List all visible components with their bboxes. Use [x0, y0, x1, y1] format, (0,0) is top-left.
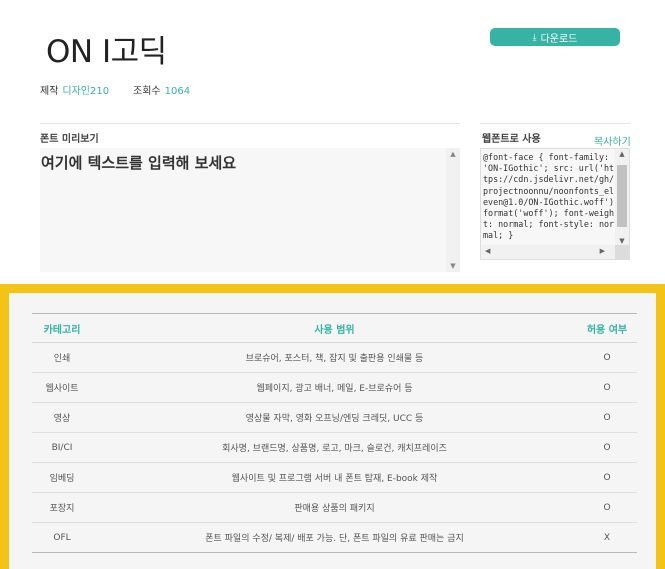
table-row: 임베딩 웹사이트 및 프로그램 서버 내 폰트 탑재, E-book 제작 O: [32, 462, 637, 493]
page-title: ON I고딕: [46, 34, 167, 70]
scroll-left-icon[interactable]: ◀: [485, 247, 490, 255]
cell-scope: 영상물 자막, 영화 오프닝/엔딩 크레딧, UCC 등: [92, 402, 577, 433]
download-button[interactable]: ⤓ 다운로드: [490, 28, 620, 46]
scroll-down-icon[interactable]: ▼: [446, 262, 460, 270]
code-vertical-scrollbar[interactable]: ▲ ▼: [615, 149, 629, 246]
copy-button[interactable]: 복사하기: [594, 133, 631, 148]
divider: [40, 123, 460, 124]
embed-code-textarea[interactable]: @font-face { font-family: 'ON-IGothic'; …: [480, 148, 630, 260]
code-horizontal-scrollbar[interactable]: ◀ ▶: [481, 245, 617, 259]
header-category: 카테고리: [32, 313, 92, 343]
header-allowed: 허용 여부: [577, 313, 637, 343]
cell-allowed: O: [577, 432, 637, 463]
cell-category: 영상: [32, 402, 92, 433]
preview-scrollbar[interactable]: ▲ ▼: [446, 148, 460, 272]
preview-text[interactable]: 여기에 텍스트를 입력해 보세요: [40, 152, 236, 173]
cell-scope: 브로슈어, 포스터, 책, 잡지 및 출판용 인쇄물 등: [92, 342, 577, 373]
table-row: 포장지 판매용 상품의 패키지 O: [32, 492, 637, 523]
scrollbar-thumb[interactable]: [617, 165, 627, 227]
header-scope: 사용 범위: [92, 313, 577, 343]
divider: [480, 123, 630, 124]
preview-label: 폰트 미리보기: [40, 134, 99, 145]
table-row: 웹사이트 웹페이지, 광고 배너, 메일, E-브로슈어 등 O: [32, 372, 637, 403]
table-row: 인쇄 브로슈어, 포스터, 책, 잡지 및 출판용 인쇄물 등 O: [32, 342, 637, 373]
scroll-up-icon[interactable]: ▲: [615, 150, 629, 158]
cell-category: 임베딩: [32, 462, 92, 493]
cell-category: 웹사이트: [32, 372, 92, 403]
cell-allowed: O: [577, 402, 637, 433]
designer-label: 제작: [40, 86, 59, 97]
embed-code[interactable]: @font-face { font-family: 'ON-IGothic'; …: [483, 152, 615, 242]
download-button-label: 다운로드: [540, 33, 578, 45]
cell-allowed: X: [577, 522, 637, 553]
cell-category: OFL: [32, 522, 92, 553]
cell-allowed: O: [577, 492, 637, 523]
preview-textarea[interactable]: 여기에 텍스트를 입력해 보세요 ▲ ▼: [40, 148, 460, 272]
views-value: 1064: [164, 86, 191, 97]
cell-allowed: O: [577, 342, 637, 373]
cell-scope: 웹사이트 및 프로그램 서버 내 폰트 탑재, E-book 제작: [92, 462, 577, 493]
download-icon: ⤓: [532, 31, 537, 42]
license-panel: 카테고리 사용 범위 허용 여부 인쇄 브로슈어, 포스터, 책, 잡지 및 출…: [9, 293, 656, 569]
cell-scope: 회사명, 브랜드명, 상품명, 로고, 마크, 슬로건, 캐치프레이즈: [92, 432, 577, 463]
cell-category: 포장지: [32, 492, 92, 523]
scroll-down-icon[interactable]: ▼: [615, 237, 629, 245]
table-row: OFL 폰트 파일의 수정/ 복제/ 배포 가능. 단, 폰트 파일의 유료 판…: [32, 522, 637, 553]
cell-category: BI/CI: [32, 432, 92, 463]
designer-info: 제작 디자인210: [40, 82, 109, 97]
license-section: 카테고리 사용 범위 허용 여부 인쇄 브로슈어, 포스터, 책, 잡지 및 출…: [0, 284, 665, 569]
scroll-right-icon[interactable]: ▶: [600, 247, 605, 255]
license-table: 카테고리 사용 범위 허용 여부 인쇄 브로슈어, 포스터, 책, 잡지 및 출…: [32, 313, 637, 553]
views-label: 조회수: [133, 86, 161, 97]
cell-scope: 판매용 상품의 패키지: [92, 492, 577, 523]
cell-category: 인쇄: [32, 342, 92, 373]
view-count: 조회수 1064: [133, 82, 190, 97]
table-row: BI/CI 회사명, 브랜드명, 상품명, 로고, 마크, 슬로건, 캐치프레이…: [32, 432, 637, 463]
cell-allowed: O: [577, 372, 637, 403]
embed-label: 웹폰트로 사용: [482, 134, 541, 145]
scroll-up-icon[interactable]: ▲: [446, 150, 460, 158]
cell-scope: 웹페이지, 광고 배너, 메일, E-브로슈어 등: [92, 372, 577, 403]
cell-allowed: O: [577, 462, 637, 493]
table-row: 영상 영상물 자막, 영화 오프닝/엔딩 크레딧, UCC 등 O: [32, 402, 637, 433]
cell-scope: 폰트 파일의 수정/ 복제/ 배포 가능. 단, 폰트 파일의 유료 판매는 금…: [92, 522, 577, 553]
table-header-row: 카테고리 사용 범위 허용 여부: [32, 313, 637, 343]
scrollbar-corner: [615, 245, 629, 259]
designer-link[interactable]: 디자인210: [62, 86, 109, 97]
